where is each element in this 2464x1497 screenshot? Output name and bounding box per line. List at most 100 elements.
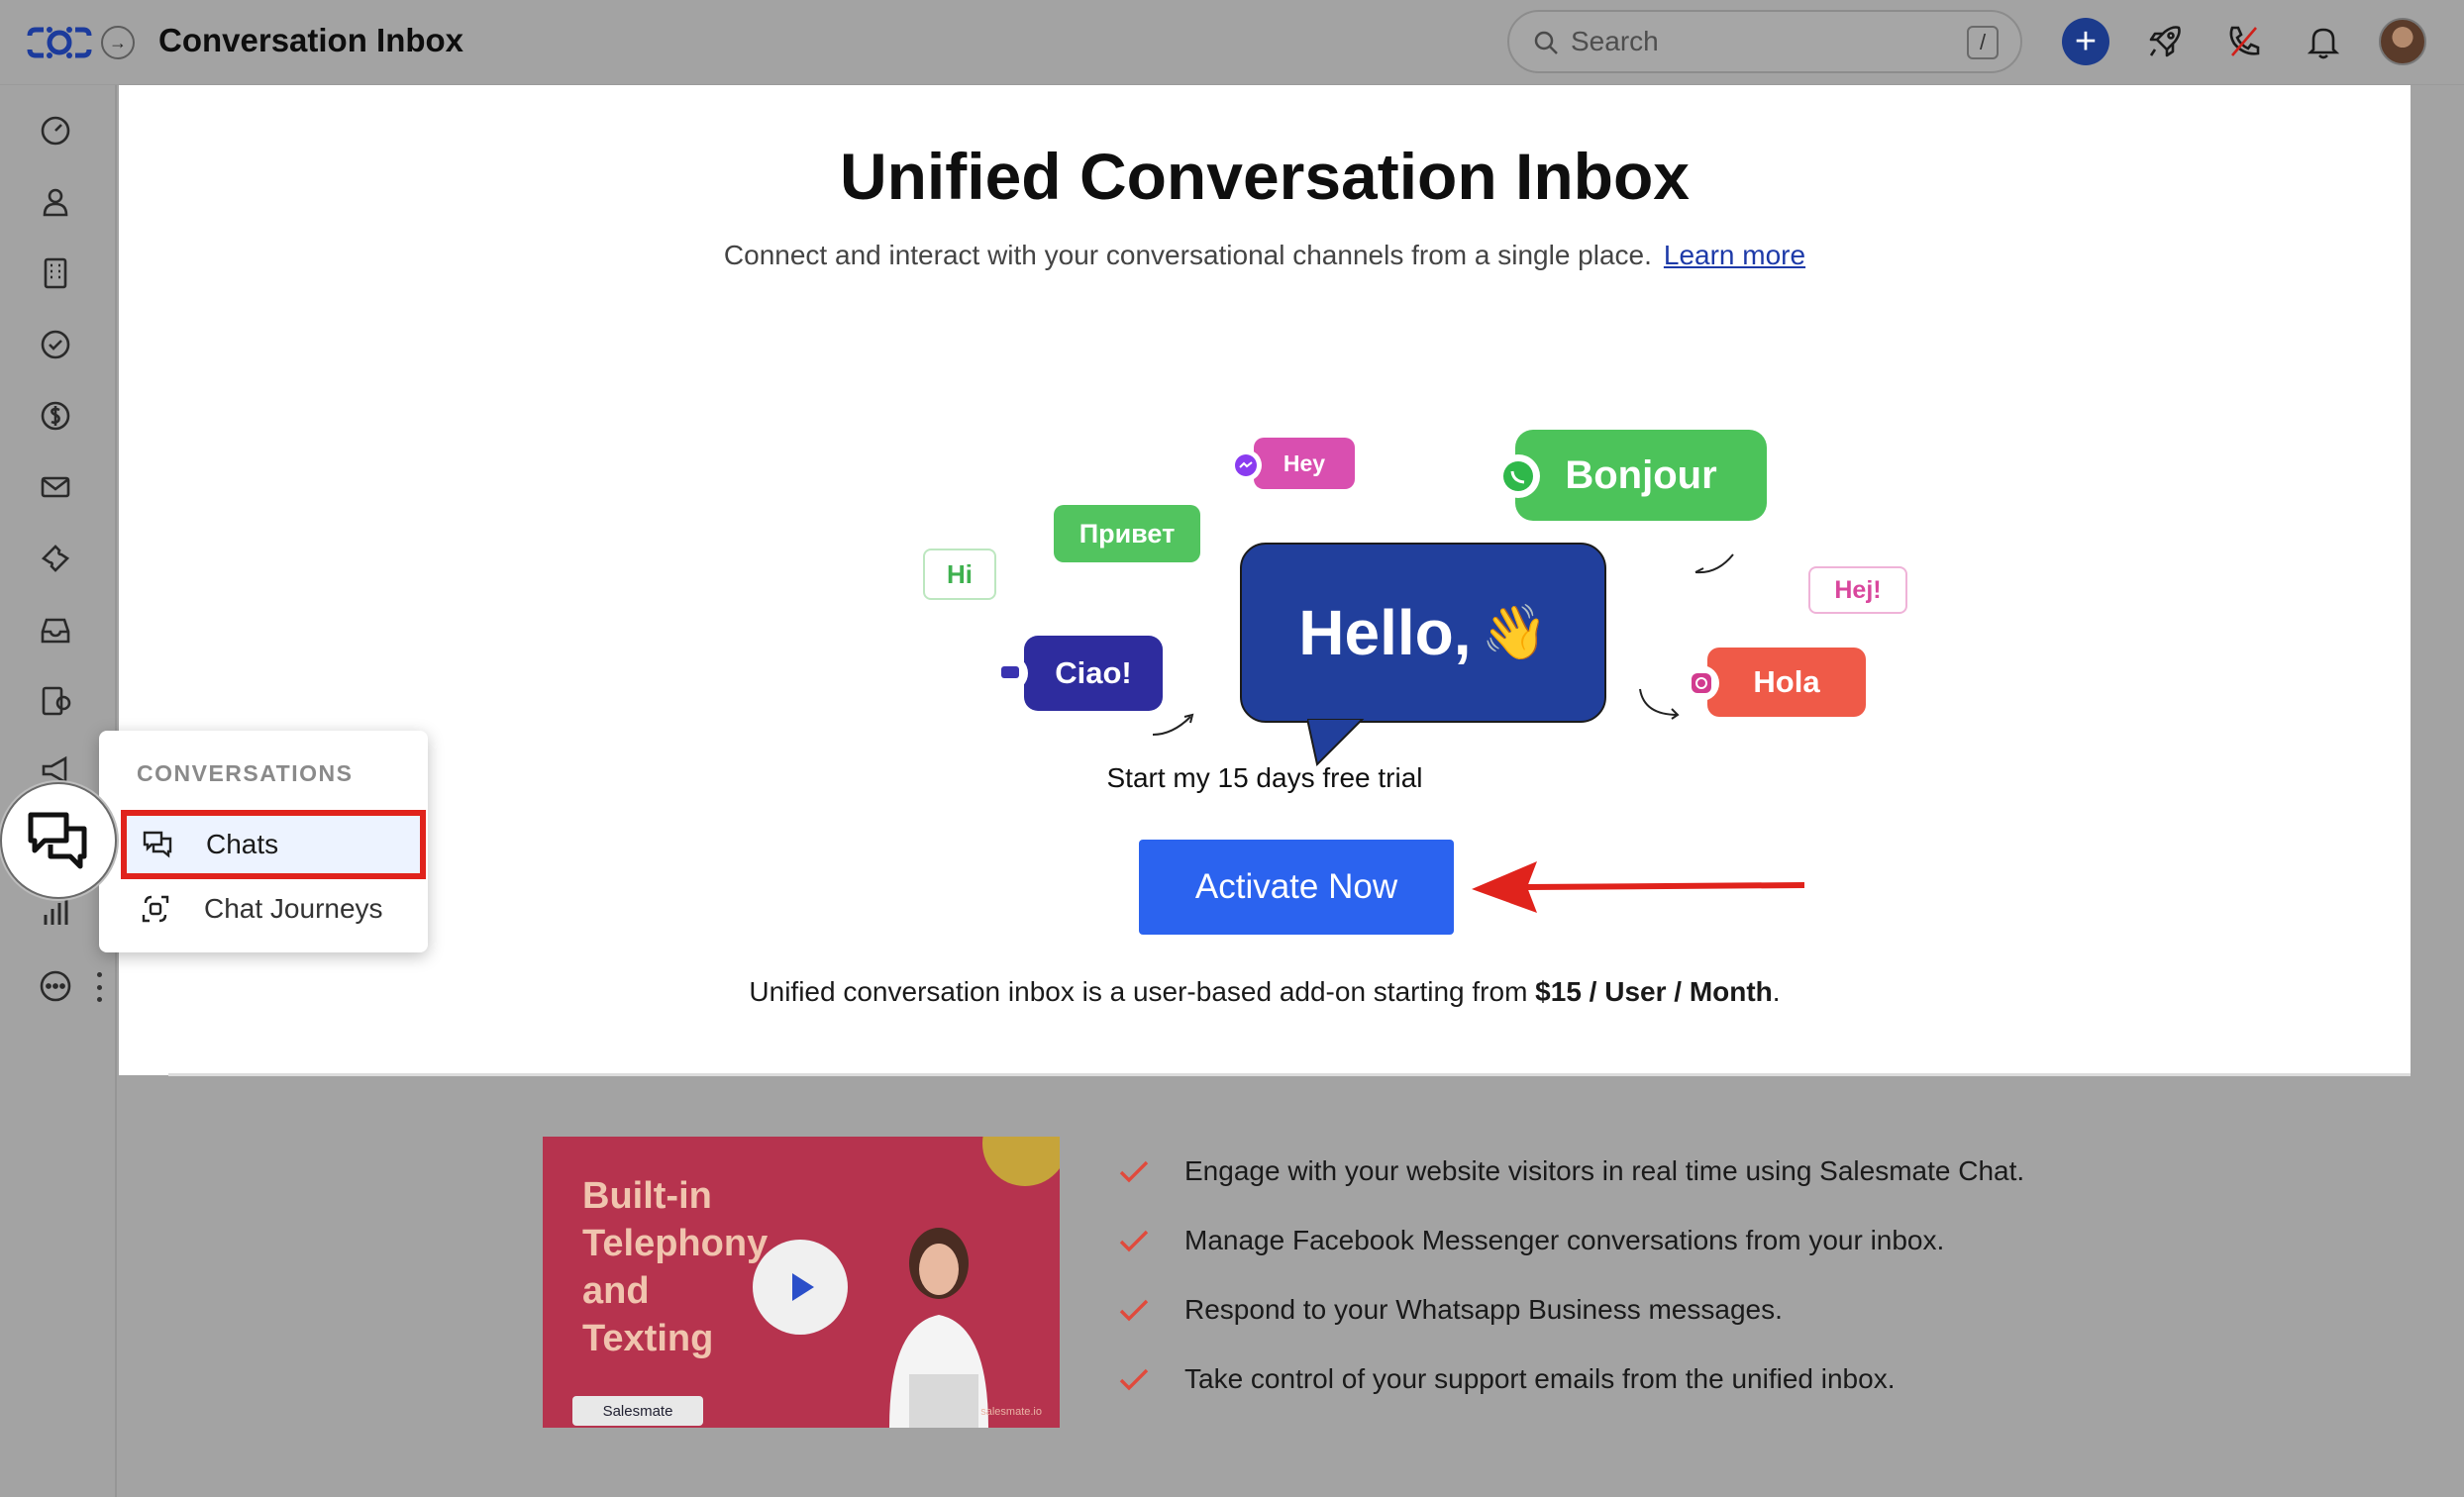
red-arrow-annotation [1472,861,1805,913]
divider [168,1073,2411,1076]
nav-reports[interactable] [36,681,75,721]
feature-item: Take control of your support emails from… [1117,1345,2107,1414]
bubble-hey-text: Hey [1283,449,1326,476]
check-icon [1119,1230,1149,1252]
pricing-prefix: Unified conversation inbox is a user-bas… [749,976,1536,1007]
nav-contacts[interactable] [36,182,75,222]
video-thumbnail[interactable]: Built-in Telephony and Texting Salesmate… [543,1137,1060,1428]
chat-bubbles-icon [28,812,87,869]
bubble-ciao: Ciao! [1024,636,1163,711]
feature-text: Take control of your support emails from… [1184,1363,1896,1394]
plus-icon: + [2074,21,2098,62]
hero-subtitle: Connect and interact with your conversat… [119,240,2411,271]
nav-tasks[interactable] [36,325,75,364]
nav-deals[interactable] [36,396,75,436]
bar-chart-icon [44,899,68,925]
chat-icon [141,828,174,861]
video-url: salesmate.io [980,1406,1042,1418]
pricing-amount: $15 / User / Month [1535,976,1773,1007]
instagram-icon [1684,665,1719,701]
nav-emails[interactable] [36,467,75,507]
person-icon [43,188,68,217]
bubble-privet-text: Привет [1078,518,1176,549]
user-avatar[interactable] [2379,18,2426,65]
nav-tickets[interactable] [36,539,75,578]
inbox-tray-icon [41,618,70,644]
bubble-hola: Hola [1707,648,1866,717]
add-button[interactable]: + [2062,18,2109,65]
hero-title: Unified Conversation Inbox [839,140,1691,213]
more-vertical-icon[interactable] [95,972,103,1002]
feature-item: Respond to your Whatsapp Business messag… [1117,1275,2107,1345]
document-chat-icon [42,686,71,716]
phone-off-icon [2229,26,2260,56]
notifications-button[interactable] [2300,18,2347,65]
bubble-hi-text: Hi [947,558,973,589]
building-icon [44,257,67,289]
nav-more[interactable] [36,966,75,1006]
top-bar: → Conversation Inbox Search / + [0,0,2464,85]
rocket-icon [2149,26,2181,57]
page-title: Conversation Inbox [158,22,464,58]
feature-text: Manage Facebook Messenger conversations … [1184,1225,1945,1255]
bubble-hey: Hey [1254,438,1355,489]
feature-item: Engage with your website visitors in rea… [1117,1137,2107,1206]
bubble-hola-text: Hola [1753,664,1820,699]
menu-item-chat-journeys[interactable]: Chat Journeys [119,877,416,941]
hello-bubble-tail [1307,719,1365,767]
play-icon [792,1273,814,1301]
calls-button[interactable] [2220,18,2268,65]
dollar-circle-icon [41,401,70,431]
feature-text: Respond to your Whatsapp Business messag… [1184,1294,1783,1325]
bubble-bonjour: Bonjour [1515,430,1767,521]
search-input[interactable]: Search / [1507,10,2022,73]
menu-item-chats[interactable]: Chats [121,810,426,879]
nav-analytics[interactable] [36,893,75,933]
pricing-text: Unified conversation inbox is a user-bas… [119,976,2411,1008]
expand-sidebar-button[interactable]: → [101,26,135,59]
decorative-circle [982,1137,1060,1186]
nav-dashboard[interactable] [36,111,75,150]
check-icon [1119,1368,1149,1391]
menu-item-label: Chat Journeys [204,893,383,924]
video-brand-badge: Salesmate [572,1396,703,1426]
messenger-icon [1230,449,1262,481]
wave-emoji: 👋 [1481,602,1548,662]
check-icon [1119,1299,1149,1322]
check-icon [1119,1160,1149,1183]
agent-photo [889,1228,988,1428]
hero-subtitle-text: Connect and interact with your conversat… [723,240,1652,270]
bubble-ciao-text: Ciao! [1055,655,1132,690]
bell-icon [2307,28,2340,59]
nav-conversations[interactable] [0,782,117,899]
greetings-illustration: Hey Bonjour Привет Hi Hello, 👋 Hej! Ciao… [782,323,1941,778]
more-horizontal-icon [40,970,71,1002]
pricing-suffix: . [1772,976,1781,1007]
whatsapp-icon [1496,454,1540,498]
rocket-button[interactable] [2141,18,2189,65]
salesmate-logo[interactable] [26,26,93,59]
bubble-hello: Hello, 👋 [1240,543,1606,723]
nav-companies[interactable] [36,253,75,293]
feature-list: Engage with your website visitors in rea… [1117,1137,2107,1414]
bubble-hi: Hi [923,549,996,600]
bubble-hello-text: Hello, [1298,597,1472,668]
learn-more-link[interactable]: Learn more [1664,240,1805,270]
main-panel: Unified Conversation Inbox Connect and i… [119,85,2411,1075]
menu-section-title: CONVERSATIONS [137,760,354,786]
chat-app-icon [992,655,1028,691]
conversations-menu: CONVERSATIONS Chats Chat Journeys [99,731,428,952]
motion-arrow-1 [1152,713,1194,736]
bubble-bonjour-text: Bonjour [1565,452,1717,497]
nav-inbox[interactable] [36,610,75,649]
trial-text: Start my 15 days free trial [1106,762,1423,793]
bubble-privet: Привет [1054,505,1200,562]
menu-item-label: Chats [206,829,279,859]
play-button[interactable] [753,1240,848,1335]
check-circle-icon [41,330,70,359]
activate-now-button[interactable]: Activate Now [1139,840,1454,935]
feature-item: Manage Facebook Messenger conversations … [1117,1206,2107,1275]
journey-icon [139,892,172,926]
search-icon [1534,31,1558,54]
bubble-hej-text: Hej! [1834,575,1882,604]
